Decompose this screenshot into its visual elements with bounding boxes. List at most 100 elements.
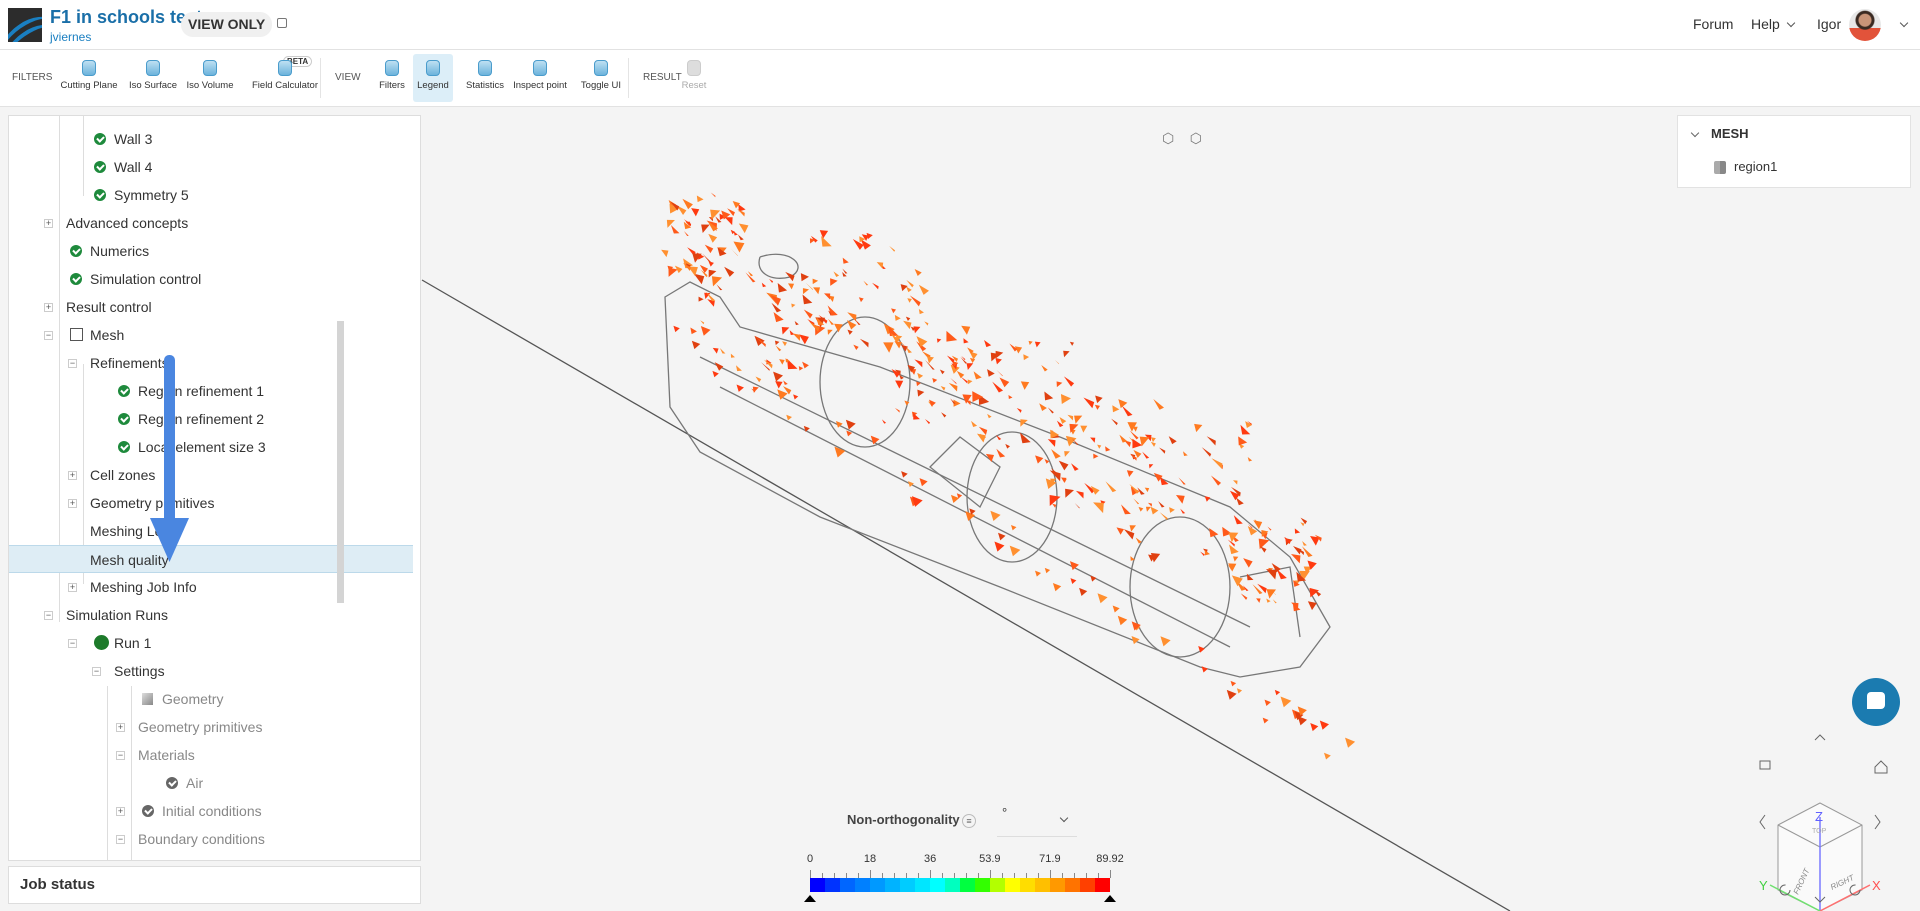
tree-item[interactable]: Region refinement 2	[9, 405, 413, 433]
tree-item[interactable]: + Geometry primitives	[9, 489, 413, 517]
mesh-cell	[1145, 506, 1151, 512]
expand-icon[interactable]: +	[44, 219, 53, 228]
cutting-plane-button[interactable]: Cutting Plane	[60, 54, 118, 102]
expand-icon[interactable]: +	[68, 583, 77, 592]
simscale-logo[interactable]	[8, 8, 42, 42]
expand-icon[interactable]: +	[68, 471, 77, 480]
user-name[interactable]: Igor	[1817, 16, 1841, 32]
collapse-icon[interactable]: −	[116, 835, 125, 844]
chat-support-button[interactable]	[1852, 678, 1900, 726]
filters-icon	[385, 60, 399, 76]
orthographic-cube-icon[interactable]: ⬡	[1190, 130, 1202, 146]
mesh-region-item[interactable]: region1	[1734, 159, 1777, 174]
tree-item[interactable]: − Materials	[9, 741, 413, 769]
mesh-cell	[998, 532, 1006, 541]
check-icon	[94, 161, 106, 173]
user-menu-chevron-icon[interactable]	[1899, 18, 1909, 28]
expand-icon[interactable]: +	[68, 499, 77, 508]
collapse-icon[interactable]: −	[116, 751, 125, 760]
mesh-cell	[775, 381, 783, 389]
statistics-button[interactable]: Statistics	[462, 54, 508, 102]
min-range-handle[interactable]	[804, 895, 816, 902]
forum-link[interactable]: Forum	[1693, 16, 1733, 32]
tree-item[interactable]: − Boundary conditions	[9, 825, 413, 853]
tree-item[interactable]: Geometry	[9, 685, 413, 713]
tree-item[interactable]: + Cell zones	[9, 461, 413, 489]
mesh-cell	[1236, 497, 1244, 506]
expand-icon[interactable]: +	[44, 303, 53, 312]
mesh-cell	[1119, 434, 1128, 443]
mesh-cell	[827, 329, 833, 335]
tree-item[interactable]: + Geometry primitives	[9, 713, 413, 741]
avatar[interactable]	[1849, 9, 1881, 41]
field-calculator-button[interactable]: Field Calculator	[250, 54, 320, 102]
tree-item[interactable]: − Simulation Runs	[9, 601, 413, 629]
iso-volume-button[interactable]: Iso Volume	[185, 54, 235, 102]
tree-item[interactable]: + Initial conditions	[9, 797, 413, 825]
tree-item[interactable]: − Settings	[9, 657, 413, 685]
legend-colorbar	[810, 878, 1110, 892]
mesh-cell	[1150, 441, 1156, 447]
tree-item[interactable]: Symmetry 5	[9, 181, 413, 209]
tree-item[interactable]: Meshing Log	[9, 517, 413, 545]
tree-item[interactable]: Region refinement 1	[9, 377, 413, 405]
tree-item[interactable]: Local element size 3	[9, 433, 413, 461]
help-menu[interactable]: Help	[1751, 16, 1796, 32]
project-title[interactable]: F1 in schools test	[50, 7, 202, 28]
tree-item[interactable]: Air	[9, 769, 413, 797]
tree-item[interactable]: + Result control	[9, 293, 413, 321]
chevron-down-icon[interactable]	[1690, 128, 1700, 138]
reset-button[interactable]: Reset	[677, 54, 711, 102]
mesh-cell	[1132, 426, 1138, 432]
project-owner[interactable]: jviernes	[50, 30, 91, 44]
tree-item[interactable]: − Refinements	[9, 349, 413, 377]
inspect-point-button[interactable]: Inspect point	[510, 54, 570, 102]
mesh-cell	[978, 426, 988, 436]
collapse-icon[interactable]: −	[44, 611, 53, 620]
mesh-cell	[1079, 587, 1088, 596]
tree-item[interactable]: − Run 1	[9, 629, 413, 657]
mesh-cell	[906, 286, 912, 293]
tree-item[interactable]: + Meshing Job Info	[9, 573, 413, 601]
collapse-icon[interactable]: −	[92, 667, 101, 676]
copy-icon[interactable]	[277, 18, 287, 28]
mesh-panel-title[interactable]: MESH	[1711, 126, 1749, 141]
toggle-ui-button[interactable]: Toggle UI	[578, 54, 624, 102]
button-label: Toggle UI	[580, 80, 622, 91]
tree-item[interactable]: Wall 4	[9, 153, 413, 181]
colorbar-segment	[1035, 878, 1050, 892]
max-range-handle[interactable]	[1104, 895, 1116, 902]
job-status-panel[interactable]: Job status	[8, 866, 421, 904]
mesh-cell	[891, 308, 897, 314]
tree-scrollbar[interactable]	[337, 321, 344, 603]
mesh-cell	[963, 338, 969, 344]
mesh-cell	[914, 268, 922, 277]
tree-item[interactable]: Mesh quality	[9, 545, 413, 573]
legend-button[interactable]: Legend	[413, 54, 453, 102]
mesh-cell	[785, 271, 795, 282]
mesh-cell	[888, 325, 899, 337]
legend-menu-icon[interactable]: ≡	[962, 814, 976, 828]
navigation-cube[interactable]: Z X Y RIGHT FRONT TOP	[1735, 725, 1920, 911]
tree-item-label: Settings	[114, 663, 165, 679]
expand-icon[interactable]: +	[116, 807, 125, 816]
filters-button[interactable]: Filters	[375, 54, 409, 102]
collapse-icon[interactable]: −	[68, 639, 77, 648]
tree-item[interactable]: − Mesh	[9, 321, 413, 349]
collapse-icon[interactable]: −	[44, 331, 53, 340]
tree-item[interactable]: Simulation control	[9, 265, 413, 293]
mesh-cell	[965, 400, 971, 406]
mesh-cell	[736, 365, 742, 372]
mesh-cell	[859, 338, 869, 348]
reset-icon	[687, 60, 701, 76]
tree-item[interactable]: Wall 3	[9, 125, 413, 153]
iso-surface-button[interactable]: Iso Surface	[128, 54, 178, 102]
collapse-icon[interactable]: −	[68, 359, 77, 368]
tree-item[interactable]: + Advanced concepts	[9, 209, 413, 237]
mesh-cell	[682, 198, 693, 210]
tree-item[interactable]: Numerics	[9, 237, 413, 265]
perspective-cube-icon[interactable]: ⬡	[1162, 130, 1174, 146]
mesh-cell	[1011, 524, 1017, 531]
unit-select[interactable]: °	[997, 805, 1077, 837]
expand-icon[interactable]: +	[116, 723, 125, 732]
